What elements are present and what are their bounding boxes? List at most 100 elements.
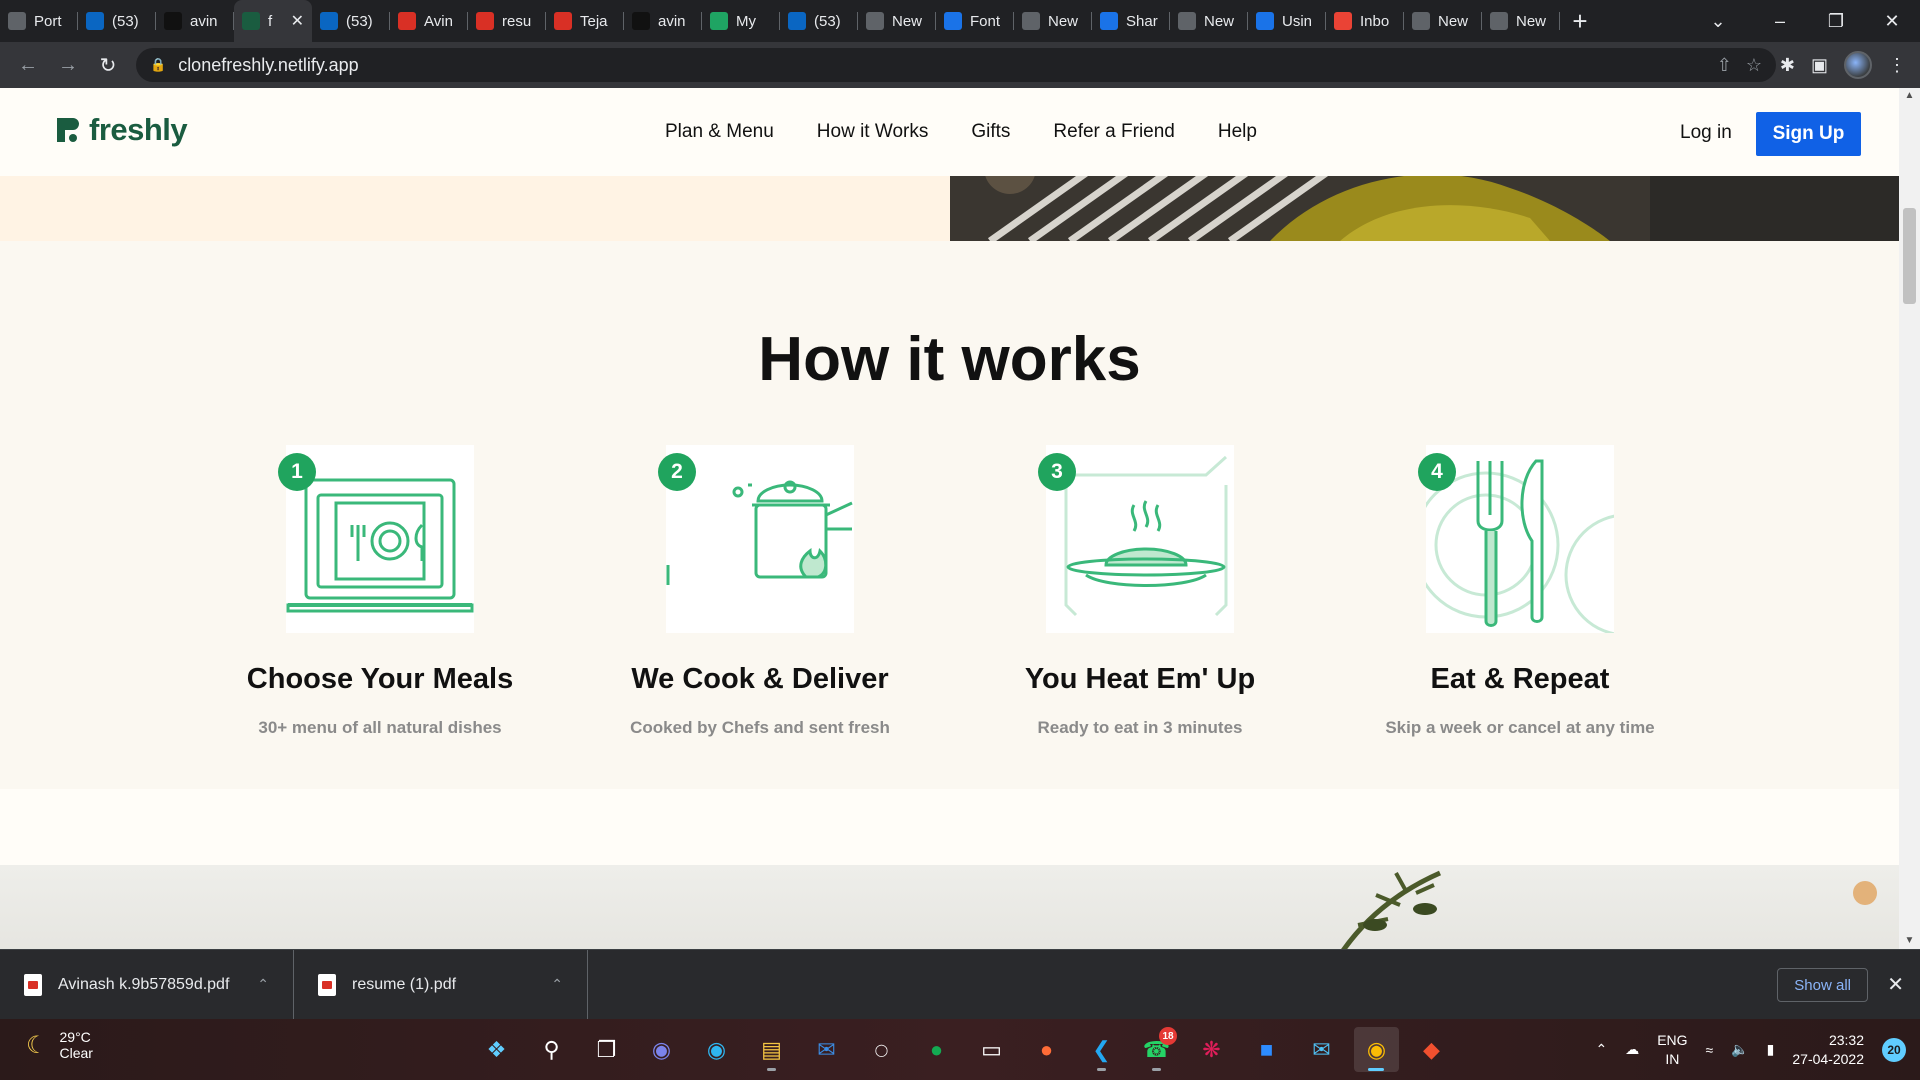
vscode-icon[interactable]: ❮ bbox=[1079, 1027, 1124, 1072]
freshly-icon bbox=[242, 12, 260, 30]
reload-button[interactable]: ↻ bbox=[88, 45, 128, 85]
close-downloads-icon[interactable]: ✕ bbox=[1887, 972, 1904, 997]
browser-tab[interactable]: (53) bbox=[78, 0, 156, 42]
nav-plan-menu[interactable]: Plan & Menu bbox=[665, 121, 774, 143]
slack-icon[interactable]: ❋ bbox=[1189, 1027, 1234, 1072]
start-windows-icon[interactable]: ❖ bbox=[474, 1027, 519, 1072]
login-link[interactable]: Log in bbox=[1680, 122, 1732, 144]
tab-title: Font bbox=[970, 12, 1001, 30]
laptop-meal-illustration-icon: 1 bbox=[278, 445, 474, 633]
nav-how-it-works[interactable]: How it Works bbox=[817, 121, 929, 143]
bookmark-star-icon[interactable]: ☆ bbox=[1746, 55, 1762, 76]
step-title: We Cook & Deliver bbox=[631, 663, 889, 695]
profile-avatar[interactable] bbox=[1844, 51, 1872, 79]
chrome-icon[interactable]: ◉ bbox=[1354, 1027, 1399, 1072]
download-item[interactable]: Avinash k.9b57859d.pdf ⌃ bbox=[0, 949, 294, 1020]
s-icon bbox=[1100, 12, 1118, 30]
browser-tab[interactable]: New bbox=[1170, 0, 1248, 42]
browser-tab[interactable]: Port bbox=[0, 0, 78, 42]
browser-tab[interactable]: avin bbox=[156, 0, 234, 42]
step-1: 1 Choose Your Meals 30+ menu of all natu… bbox=[190, 445, 570, 738]
browser-tab[interactable]: Inbo bbox=[1326, 0, 1404, 42]
address-bar[interactable]: 🔒 clonefreshly.netlify.app ⇧ ☆ bbox=[136, 48, 1776, 82]
battery-icon[interactable]: ▮ bbox=[1767, 1041, 1775, 1058]
browser-tab[interactable]: (53) bbox=[780, 0, 858, 42]
postman-icon[interactable]: ● bbox=[1024, 1027, 1069, 1072]
email-client-icon[interactable]: ✉ bbox=[1299, 1027, 1344, 1072]
new-tab-button[interactable]: + bbox=[1560, 0, 1600, 42]
chevron-up-icon[interactable]: ⌃ bbox=[551, 976, 563, 993]
nav-help[interactable]: Help bbox=[1218, 121, 1257, 143]
language-indicator[interactable]: ENG IN bbox=[1657, 1031, 1687, 1069]
browser-tab[interactable]: My bbox=[702, 0, 780, 42]
window-controls: ⌄ – ❐ ✕ bbox=[1690, 0, 1920, 42]
restore-button[interactable]: ❐ bbox=[1808, 0, 1864, 42]
close-tab-icon[interactable]: ✕ bbox=[291, 11, 304, 31]
nav-gifts[interactable]: Gifts bbox=[971, 121, 1010, 143]
teams-chat-icon[interactable]: ◉ bbox=[639, 1027, 684, 1072]
browser-tab[interactable]: New bbox=[1404, 0, 1482, 42]
back-button[interactable]: ← bbox=[8, 45, 48, 85]
browser-tab[interactable]: Usin bbox=[1248, 0, 1326, 42]
browser-tab[interactable]: Font bbox=[936, 0, 1014, 42]
browser-tab[interactable]: Teja bbox=[546, 0, 624, 42]
chevron-up-icon[interactable]: ⌃ bbox=[1595, 1041, 1607, 1058]
github-icon bbox=[164, 12, 182, 30]
page-scrollbar[interactable]: ▲ ▼ bbox=[1899, 88, 1920, 949]
step-description: 30+ menu of all natural dishes bbox=[258, 718, 502, 737]
step-number-badge: 1 bbox=[278, 453, 316, 491]
browser-tab[interactable]: Shar bbox=[1092, 0, 1170, 42]
whatsapp-icon[interactable]: ☎ 18 bbox=[1134, 1027, 1179, 1072]
extensions-puzzle-icon[interactable]: ✱ bbox=[1780, 55, 1795, 76]
windows-taskbar: ☾ 29°C Clear ❖ ⚲ ❐ ◉ ◉ ▤ ✉ ◯ ● ▭ ● ❮ ☎ 18… bbox=[0, 1019, 1920, 1080]
dell-icon[interactable]: ◯ bbox=[859, 1027, 904, 1072]
browser-tab[interactable]: f ✕ bbox=[234, 0, 312, 42]
download-item[interactable]: resume (1).pdf ⌃ bbox=[294, 949, 588, 1020]
browser-tab[interactable]: (53) bbox=[312, 0, 390, 42]
terminal-icon[interactable]: ▭ bbox=[969, 1027, 1014, 1072]
scrollbar-thumb[interactable] bbox=[1903, 208, 1916, 304]
share-icon[interactable]: ⇧ bbox=[1717, 55, 1732, 76]
taskbar-apps: ❖ ⚲ ❐ ◉ ◉ ▤ ✉ ◯ ● ▭ ● ❮ ☎ 18 ❋ ■ ✉ ◉ ◆ bbox=[474, 1027, 1454, 1072]
edge-icon[interactable]: ◉ bbox=[694, 1027, 739, 1072]
close-window-button[interactable]: ✕ bbox=[1864, 0, 1920, 42]
chevron-up-icon[interactable]: ⌃ bbox=[257, 976, 269, 993]
zoom-icon[interactable]: ■ bbox=[1244, 1027, 1289, 1072]
forward-button[interactable]: → bbox=[48, 45, 88, 85]
logo-text: freshly bbox=[89, 112, 188, 147]
browser-tab[interactable]: New bbox=[1014, 0, 1092, 42]
nav-refer-a-friend[interactable]: Refer a Friend bbox=[1053, 121, 1174, 143]
browser-tab[interactable]: New bbox=[1482, 0, 1560, 42]
file-explorer-icon[interactable]: ▤ bbox=[749, 1027, 794, 1072]
language-code: ENG bbox=[1657, 1031, 1688, 1048]
wifi-icon[interactable]: ≈ bbox=[1706, 1042, 1714, 1058]
side-panel-icon[interactable]: ▣ bbox=[1811, 55, 1828, 76]
browser-tab[interactable]: resu bbox=[468, 0, 546, 42]
step-title: You Heat Em' Up bbox=[1024, 663, 1256, 695]
scroll-down-arrow-icon[interactable]: ▼ bbox=[1899, 933, 1920, 949]
git-icon[interactable]: ◆ bbox=[1409, 1027, 1454, 1072]
minimize-button[interactable]: – bbox=[1752, 0, 1808, 42]
browser-tab[interactable]: New bbox=[858, 0, 936, 42]
show-all-button[interactable]: Show all bbox=[1777, 968, 1868, 1002]
scroll-up-arrow-icon[interactable]: ▲ bbox=[1899, 88, 1920, 104]
freshly-logo[interactable]: freshly bbox=[55, 112, 188, 148]
signup-button[interactable]: Sign Up bbox=[1756, 112, 1861, 156]
pdf-icon bbox=[476, 12, 494, 30]
onedrive-cloud-icon[interactable]: ☁ bbox=[1625, 1041, 1639, 1058]
mail-icon[interactable]: ✉ bbox=[804, 1027, 849, 1072]
tab-title: Inbo bbox=[1360, 12, 1390, 30]
loop-icon bbox=[1256, 12, 1274, 30]
task-view-icon[interactable]: ❐ bbox=[584, 1027, 629, 1072]
menu-kebab-icon[interactable]: ⋮ bbox=[1888, 55, 1906, 76]
tab-search-chevron-icon[interactable]: ⌄ bbox=[1690, 0, 1746, 42]
search-icon[interactable]: ⚲ bbox=[529, 1027, 574, 1072]
browser-tab[interactable]: Avin bbox=[390, 0, 468, 42]
step-description: Cooked by Chefs and sent fresh bbox=[630, 718, 890, 737]
notification-count-badge[interactable]: 20 bbox=[1882, 1037, 1906, 1062]
volume-icon[interactable]: 🔈 bbox=[1731, 1041, 1748, 1058]
browser-tab[interactable]: avin bbox=[624, 0, 702, 42]
weather-widget[interactable]: ☾ 29°C Clear bbox=[26, 1029, 93, 1061]
clock[interactable]: 23:32 27-04-2022 bbox=[1792, 1031, 1864, 1069]
mongodb-compass-icon[interactable]: ● bbox=[914, 1027, 959, 1072]
